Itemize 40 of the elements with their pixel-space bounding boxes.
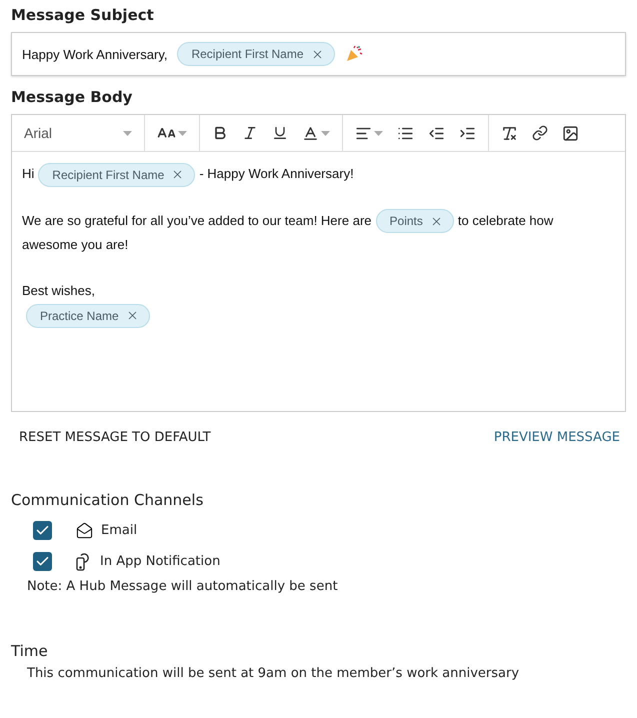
bold-button[interactable] (212, 125, 228, 141)
envelope-icon (76, 522, 93, 539)
body-text: Best wishes, (22, 283, 95, 298)
underline-button[interactable] (272, 125, 288, 141)
merge-tag[interactable]: Recipient First Name (38, 162, 196, 187)
body-text: awesome you are! (22, 237, 128, 252)
caret-icon (178, 130, 187, 136)
merge-tag[interactable]: Practice Name (26, 304, 150, 328)
body-text: to celebrate how (458, 212, 554, 228)
merge-tag[interactable]: Recipient First Name (177, 42, 334, 66)
channel-label: Email (101, 523, 138, 538)
subject-field[interactable]: Happy Work Anniversary, Recipient First Name (11, 32, 626, 76)
time-description: This communication will be sent at 9am on the member’s work anniversary (26, 666, 520, 681)
font-select[interactable]: Arial (24, 125, 132, 141)
preview-message-button[interactable]: PREVIEW MESSAGE (494, 430, 620, 445)
reset-message-button[interactable]: RESET MESSAGE TO DEFAULT (19, 430, 211, 445)
note-text: Note: A Hub Message will automatically be sent (26, 579, 339, 594)
section-title: Communication Channels (11, 491, 204, 509)
caret-icon (374, 130, 383, 136)
phone-bubble-icon (76, 552, 92, 570)
body-text: We are so grateful for all you’ve added to our team! Here are (22, 212, 372, 228)
text-color-icon (302, 124, 319, 142)
checkbox[interactable] (33, 521, 52, 540)
image-button[interactable] (562, 124, 579, 142)
merge-tag[interactable]: Points (376, 209, 454, 234)
body-text: - Happy Work Anniversary! (199, 166, 354, 181)
body-text: Hi (22, 166, 34, 181)
link-button[interactable] (532, 125, 548, 141)
section-heading: Message Subject (11, 6, 155, 24)
rich-text-editor[interactable]: Arial Hi Recipient First Name - Happy Work Anniversary! We are so grateful for all you’ve added to our team! Here are Points to celebrate how awesome you are! Best wishes, Practice Name (11, 114, 626, 412)
section-heading: Message Body (11, 88, 134, 106)
checkbox[interactable] (33, 552, 52, 571)
italic-button[interactable] (242, 125, 258, 141)
channel-label: In App Notification (100, 554, 220, 569)
caret-icon (321, 130, 330, 136)
clear-format-button[interactable] (501, 124, 518, 142)
caret-icon (123, 130, 132, 136)
text-color-button[interactable] (302, 124, 330, 142)
section-title: Time (11, 642, 49, 660)
party-popper-icon (344, 45, 362, 63)
